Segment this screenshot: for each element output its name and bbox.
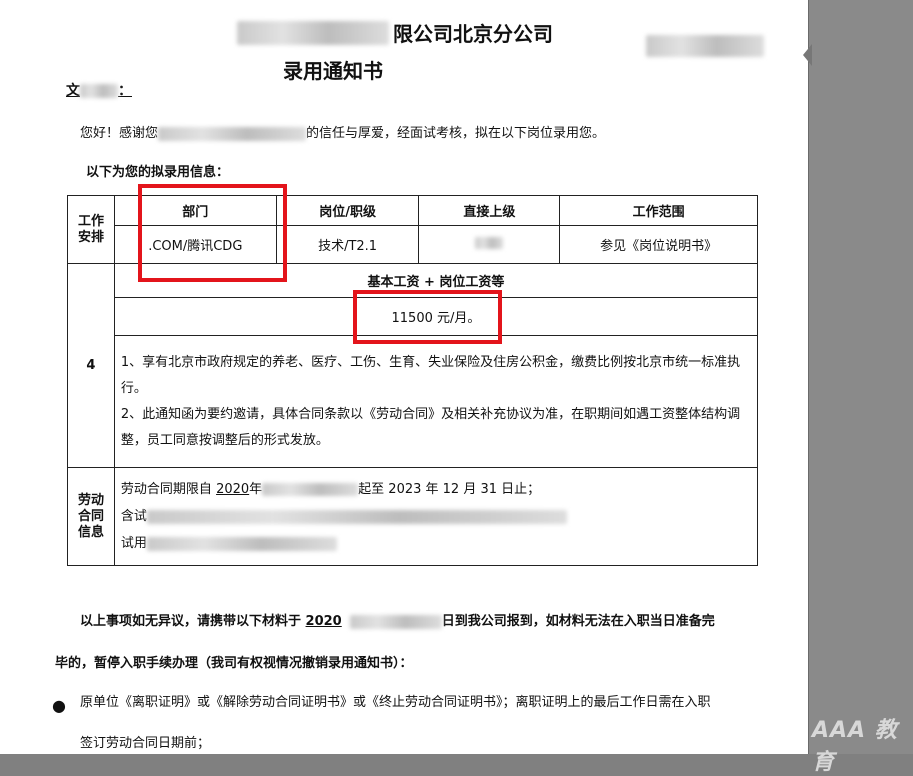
value-position: 技术/T2.1 (275, 225, 420, 264)
benefit-item-1: 1、享有北京市政府规定的养老、医疗、工伤、生育、失业保险及住房公积金，缴费比例按… (120, 354, 741, 396)
footer-line-1-suffix: 日到我公司报到，如材料无法在入职当日准备完 (441, 614, 715, 629)
contract-info-cell: 劳动合同期限自 2020年 起至 2023 年 12 月 31 日止； 含试 试用 (113, 467, 759, 566)
intro-label: 以下为您的拟录用信息： (86, 165, 230, 180)
section-number: 4 (67, 263, 115, 468)
redacted-report-date (349, 614, 442, 629)
bullet-text: 原单位《离职证明》或《解除劳动合同证明书》或《终止劳动合同证明书》；离职证明上的… (80, 695, 711, 710)
probation-text: 含试 (120, 509, 147, 524)
redacted-probation (146, 509, 567, 524)
contract-label: 劳动合同信息 (67, 467, 115, 566)
header-supervisor: 直接上级 (418, 195, 561, 226)
bullet-text-2: 签订劳动合同日期前； (80, 736, 211, 751)
company-title: 限公司北京分公司 (393, 22, 553, 46)
contract-line-2: 含试 (121, 503, 751, 530)
contract-line-3: 试用 (121, 530, 751, 557)
highlight-salary (353, 290, 502, 344)
footer-report-year: 2020 (305, 614, 342, 629)
viewer-background (809, 0, 913, 754)
benefit-item-2: 2、此通知函为要约邀请，具体合同条款以《劳动合同》及相关补充协议为准，在职期间如… (120, 406, 741, 448)
salutation: 文： (66, 80, 132, 100)
header-position: 岗位/职级 (275, 195, 420, 226)
redacted-company (158, 126, 307, 141)
contract-year-unit: 年 (249, 482, 263, 497)
redacted-header-right (646, 35, 764, 57)
redacted-recipient (80, 84, 118, 98)
redacted-probation-salary (146, 536, 337, 551)
contract-period-prefix: 劳动合同期限自 (120, 482, 212, 497)
contract-label-text: 劳动合同信息 (77, 492, 104, 540)
document-title: 录用通知书 (283, 59, 383, 83)
header-scope: 工作范围 (559, 195, 758, 226)
salutation-colon: ： (118, 83, 132, 99)
document-page: 限公司北京分公司 录用通知书 文： 您好！感谢您 的信任与厚爱，经面试考核，拟在以… (0, 0, 809, 754)
value-supervisor (418, 225, 561, 264)
redacted-start-date (262, 483, 359, 496)
watermark-logo: AAA 教育 (812, 718, 898, 775)
redacted-company-name (237, 21, 389, 45)
greeting-prefix: 您好！感谢您 (80, 126, 159, 141)
work-arrangement-text: 工作安排 (77, 213, 104, 245)
contract-start-year: 2020 (216, 482, 250, 497)
highlight-department (138, 184, 287, 282)
greeting-line: 您好！感谢您 的信任与厚爱，经面试考核，拟在以下岗位录用您。 (80, 122, 605, 141)
recipient-name: 文 (66, 83, 80, 99)
redacted-supervisor (475, 236, 504, 249)
bullet-icon: ● (52, 696, 66, 715)
probation-salary-text: 试用 (120, 536, 147, 551)
benefits-cell: 1、享有北京市政府规定的养老、医疗、工伤、生育、失业保险及住房公积金，缴费比例按… (113, 335, 759, 468)
footer-line-1: 以上事项如无异议，请携带以下材料于 2020 日到我公司报到，如材料无法在入职当日… (80, 608, 715, 635)
footer-line-2: 毕的，暂停入职手续办理（我司有权视情况撤销录用通知书）： (55, 656, 413, 671)
footer-line-1-prefix: 以上事项如无异议，请携带以下材料于 (80, 614, 302, 629)
contract-period-suffix: 起至 2023 年 12 月 31 日止； (358, 482, 541, 497)
work-arrangement-label: 工作安排 (67, 195, 115, 264)
greeting-suffix: 的信任与厚爱，经面试考核，拟在以下岗位录用您。 (306, 126, 606, 141)
value-scope: 参见《岗位说明书》 (559, 225, 758, 264)
contract-line-1: 劳动合同期限自 2020年 起至 2023 年 12 月 31 日止； (121, 476, 751, 503)
scroll-arrow-icon[interactable] (803, 44, 812, 66)
